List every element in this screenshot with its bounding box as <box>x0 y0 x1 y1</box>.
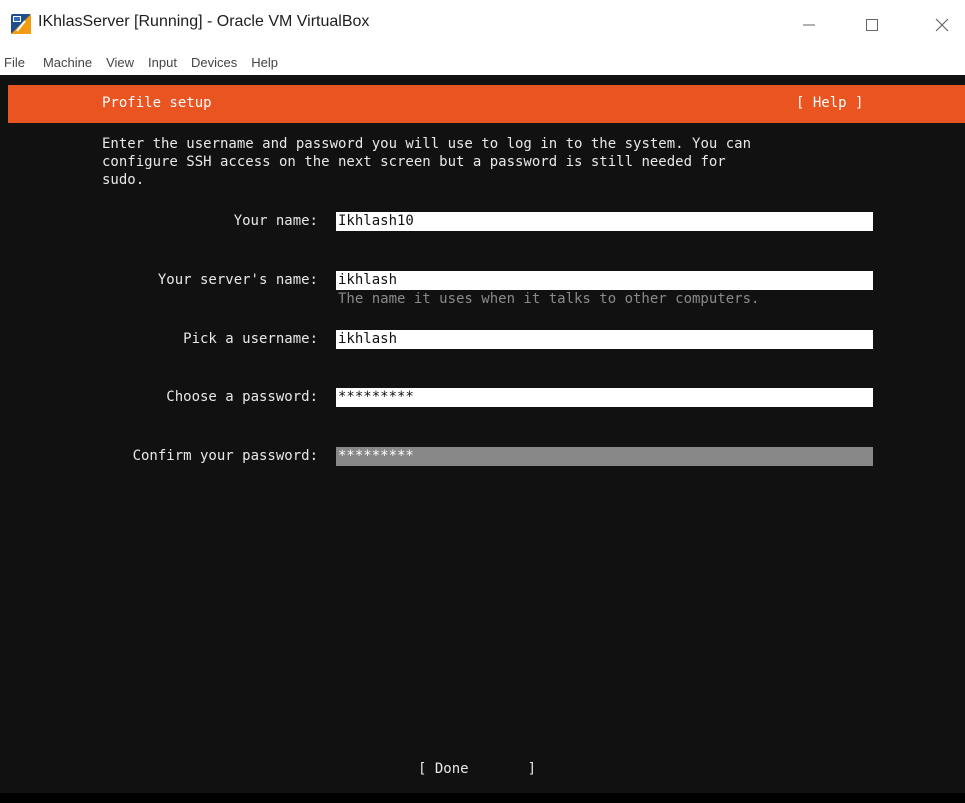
virtualbox-icon <box>11 14 31 34</box>
confirm-password-input[interactable]: ********* <box>336 447 873 466</box>
minimize-icon <box>803 24 815 26</box>
server-name-label: Your server's name: <box>157 272 318 288</box>
window-titlebar: IKhlasServer [Running] - Oracle VM Virtu… <box>0 0 965 50</box>
server-name-input[interactable]: ikhlash <box>336 271 873 290</box>
your-name-input[interactable]: Ikhlash10 <box>336 212 873 231</box>
maximize-button[interactable] <box>849 0 895 50</box>
server-name-hint: The name it uses when it talks to other … <box>338 291 760 307</box>
page-title: Profile setup <box>102 95 212 111</box>
help-button[interactable]: [ Help ] <box>796 95 863 111</box>
password-label: Choose a password: <box>166 389 318 405</box>
menu-input[interactable]: Input <box>142 55 185 70</box>
minimize-button[interactable] <box>786 0 832 50</box>
window-title: IKhlasServer [Running] - Oracle VM Virtu… <box>38 13 370 30</box>
maximize-icon <box>866 19 878 31</box>
installer-header: Profile setup [ Help ] <box>8 85 965 123</box>
close-button[interactable] <box>919 0 965 50</box>
menu-devices[interactable]: Devices <box>185 55 245 70</box>
menu-file[interactable]: File <box>0 55 37 70</box>
menu-help[interactable]: Help <box>245 55 286 70</box>
password-input[interactable]: ********* <box>336 388 873 407</box>
your-name-label: Your name: <box>233 213 318 229</box>
done-button[interactable]: [ Done ] <box>418 761 536 777</box>
screen-bottom-strip <box>0 793 965 803</box>
close-icon <box>935 18 949 32</box>
menubar: File Machine View Input Devices Help <box>0 50 965 75</box>
username-label: Pick a username: <box>183 331 318 347</box>
intro-text: Enter the username and password you will… <box>102 136 752 188</box>
vm-screen[interactable]: Profile setup [ Help ] Enter the usernam… <box>0 75 965 803</box>
menu-machine[interactable]: Machine <box>37 55 100 70</box>
menu-view[interactable]: View <box>100 55 142 70</box>
confirm-password-label: Confirm your password: <box>132 448 318 464</box>
username-input[interactable]: ikhlash <box>336 330 873 349</box>
